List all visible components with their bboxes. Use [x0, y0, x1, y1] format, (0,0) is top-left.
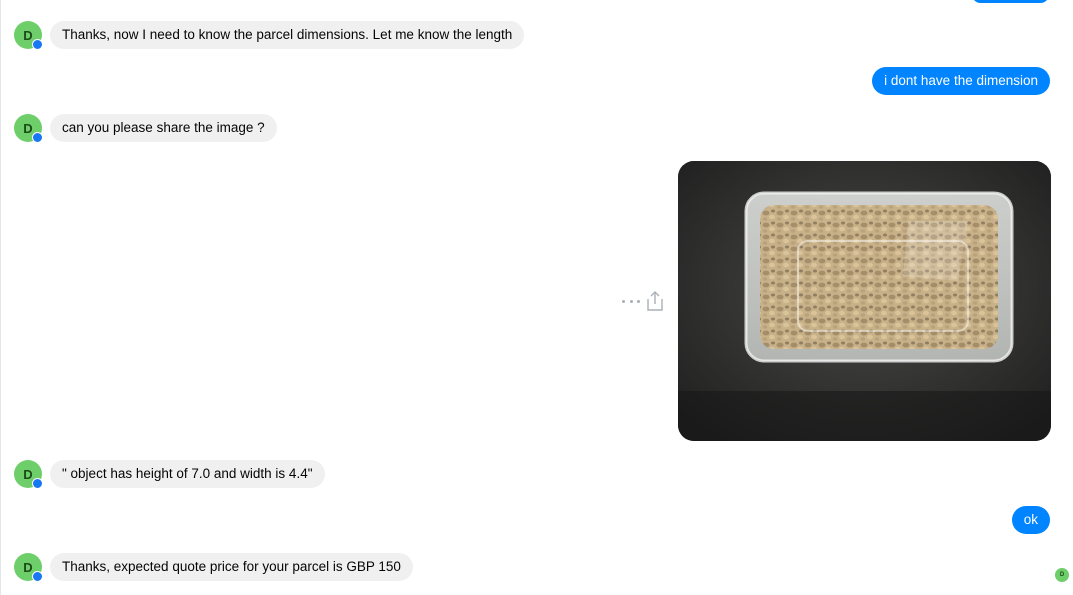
- contact-avatar[interactable]: D: [14, 553, 43, 582]
- incoming-message-bubble[interactable]: " object has height of 7.0 and width is …: [50, 460, 325, 488]
- shared-photo[interactable]: [678, 161, 1051, 441]
- avatar-letter: D: [23, 27, 33, 43]
- outgoing-message-bubble[interactable]: ok: [1011, 506, 1050, 534]
- avatar-letter: D: [23, 120, 33, 136]
- incoming-message-bubble[interactable]: Thanks, expected quote price for your pa…: [50, 553, 413, 581]
- previous-outgoing-message-bubble[interactable]: [972, 0, 1049, 3]
- photo-nuts-container-image: [678, 161, 1051, 441]
- messenger-badge-icon: [32, 39, 43, 50]
- seen-indicator-letter: D: [1059, 572, 1065, 578]
- more-options-icon[interactable]: [622, 291, 640, 311]
- photo-actions: [622, 290, 664, 312]
- messenger-badge-icon: [32, 478, 43, 489]
- seen-indicator-avatar: D: [1055, 568, 1069, 582]
- avatar-letter: D: [23, 466, 33, 482]
- conversation-thread: D Thanks, now I need to know the parcel …: [0, 0, 1073, 595]
- contact-avatar[interactable]: D: [14, 114, 43, 143]
- avatar-letter: D: [23, 559, 33, 575]
- contact-avatar[interactable]: D: [14, 21, 43, 50]
- share-icon[interactable]: [646, 290, 664, 312]
- contact-avatar[interactable]: D: [14, 460, 43, 489]
- incoming-message-bubble[interactable]: can you please share the image ?: [50, 114, 277, 142]
- incoming-message-bubble[interactable]: Thanks, now I need to know the parcel di…: [50, 21, 525, 49]
- outgoing-message-bubble[interactable]: i dont have the dimension: [872, 67, 1050, 95]
- messenger-badge-icon: [32, 571, 43, 582]
- messenger-badge-icon: [32, 132, 43, 143]
